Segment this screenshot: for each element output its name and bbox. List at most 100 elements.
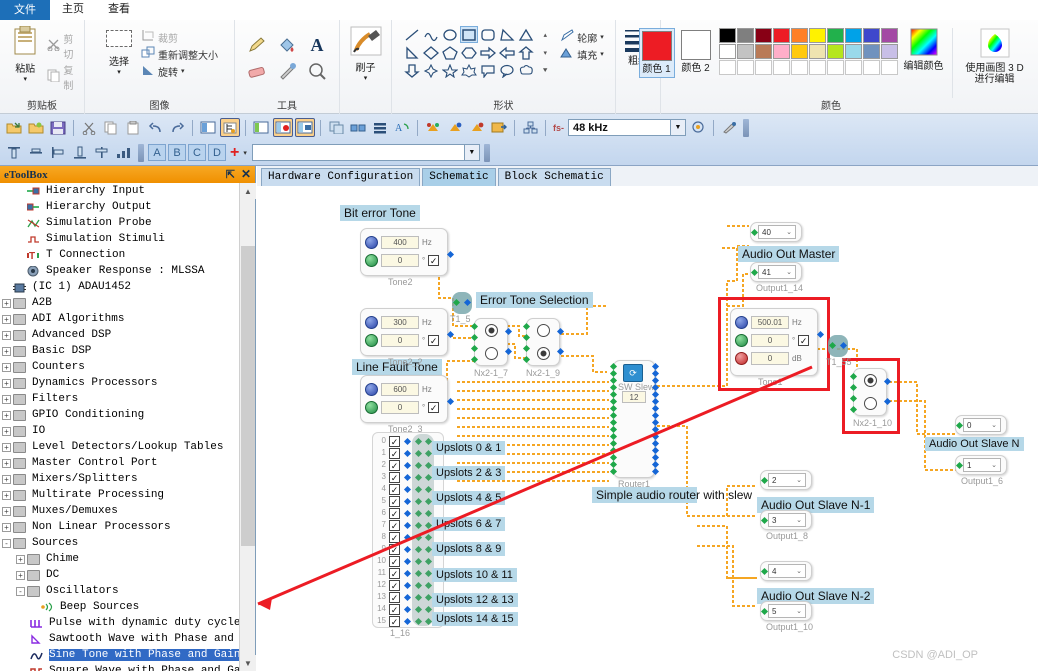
- tree-item[interactable]: + Advanced DSP: [0, 327, 240, 343]
- knob-b-icon[interactable]: [365, 315, 378, 329]
- undo-icon[interactable]: [145, 118, 165, 137]
- tree-item[interactable]: Hierarchy Output: [0, 199, 240, 215]
- palette-swatch-0-6[interactable]: [826, 28, 844, 43]
- color2-button[interactable]: 颜色 2: [679, 28, 713, 76]
- tree-item[interactable]: - Oscillators: [0, 583, 240, 599]
- download-icon[interactable]: [295, 118, 315, 137]
- shape-callout-cloud[interactable]: [517, 62, 535, 79]
- tone-value-field[interactable]: 0: [381, 253, 419, 267]
- copy-icon[interactable]: [101, 118, 121, 137]
- knob-b-icon[interactable]: [365, 235, 378, 249]
- tree-scrollbar[interactable]: ▲ ▼: [239, 183, 256, 671]
- align-top-icon[interactable]: [4, 143, 24, 162]
- tree-expander[interactable]: -: [16, 586, 25, 596]
- palette-swatch-0-4[interactable]: [790, 28, 808, 43]
- palette-custom-slot-8[interactable]: [862, 60, 880, 75]
- upslot-checkbox[interactable]: ✓: [389, 580, 400, 591]
- tree-item[interactable]: + Master Control Port: [0, 455, 240, 471]
- output-channel-select[interactable]: 1 ⌄: [963, 458, 1001, 473]
- shape-right-triangle[interactable]: [498, 26, 516, 43]
- palette-swatch-0-2[interactable]: [754, 28, 772, 43]
- brushes-dropdown-arrow[interactable]: ▾: [364, 74, 368, 82]
- fill-bucket-icon[interactable]: [272, 32, 302, 58]
- output-channel-select[interactable]: 0 ⌄: [963, 418, 1001, 432]
- shape-down-arrow[interactable]: [403, 62, 421, 79]
- shape-scroll-down-arrow[interactable]: ▾: [536, 44, 554, 61]
- ribbon-tab-file[interactable]: 文件: [0, 0, 50, 21]
- palette-swatch-0-3[interactable]: [772, 28, 790, 43]
- chevron-down-icon[interactable]: ⌄: [991, 421, 997, 429]
- chevron-down-icon[interactable]: ⌄: [991, 461, 997, 469]
- palette-swatch-0-0[interactable]: [718, 28, 736, 43]
- tree-item[interactable]: + Filters: [0, 391, 240, 407]
- fs-settings-icon[interactable]: [688, 118, 708, 137]
- upslot-checkbox[interactable]: ✓: [389, 460, 400, 471]
- redo-icon[interactable]: [167, 118, 187, 137]
- tree-item[interactable]: T T Connection: [0, 247, 240, 263]
- upslot-checkbox[interactable]: ✓: [389, 436, 400, 447]
- chevron-down-icon[interactable]: ▼: [463, 145, 479, 160]
- tree-item[interactable]: Simulation Stimuli: [0, 231, 240, 247]
- tree-expander[interactable]: +: [2, 330, 11, 340]
- eraser-icon[interactable]: [242, 58, 272, 84]
- schematic-diagram[interactable]: Bit error Tone Error Tone Selection Line F…: [257, 186, 1038, 671]
- scroll-up-icon[interactable]: ▲: [240, 183, 256, 199]
- tree-item[interactable]: + ADI Algorithms: [0, 311, 240, 327]
- color-picker-icon[interactable]: [272, 58, 302, 84]
- tree-expander[interactable]: +: [2, 410, 11, 420]
- mux-block-Nx2-1_7[interactable]: [474, 318, 508, 366]
- chevron-down-icon[interactable]: ⌄: [796, 476, 802, 484]
- palette-custom-slot-1[interactable]: [736, 60, 754, 75]
- upslot-checkbox[interactable]: ✓: [389, 592, 400, 603]
- tone-value-field[interactable]: 0: [381, 333, 419, 347]
- upslot-checkbox[interactable]: ✓: [389, 556, 400, 567]
- resize-button[interactable]: 重新调整大小: [141, 46, 218, 62]
- output-channel-select[interactable]: 5 ⌄: [768, 604, 806, 619]
- shape-five-point-star[interactable]: [441, 62, 459, 79]
- palette-swatch-1-7[interactable]: [844, 44, 862, 59]
- edit-colors-button[interactable]: 编辑颜色: [904, 28, 944, 72]
- tone-block-Tone2_3[interactable]: 600 Hz 0 ° ✓: [360, 375, 448, 423]
- align-middle-h-icon[interactable]: [26, 143, 46, 162]
- capture-icon[interactable]: [423, 118, 443, 137]
- text-a-icon[interactable]: A: [302, 32, 332, 58]
- probe-tool-icon[interactable]: [719, 118, 739, 137]
- upslot-checkbox[interactable]: ✓: [389, 508, 400, 519]
- tree-item[interactable]: + Non Linear Processors: [0, 519, 240, 535]
- color-palette[interactable]: [718, 28, 898, 75]
- tone-value-field[interactable]: 300: [381, 315, 419, 329]
- shape-ellipse[interactable]: [441, 26, 459, 43]
- tree-item[interactable]: + Multirate Processing: [0, 487, 240, 503]
- shape-callout-rect[interactable]: [479, 62, 497, 79]
- shape-curve[interactable]: [422, 26, 440, 43]
- tree-item[interactable]: + IO: [0, 423, 240, 439]
- tree-expander[interactable]: +: [2, 362, 11, 372]
- tone-value-field[interactable]: 600: [381, 382, 419, 396]
- tree-expander[interactable]: +: [16, 554, 25, 564]
- palette-swatch-1-6[interactable]: [826, 44, 844, 59]
- chevron-down-icon[interactable]: ▼: [670, 120, 685, 135]
- layer-button-c[interactable]: C: [188, 144, 206, 161]
- upslot-checkbox[interactable]: ✓: [389, 472, 400, 483]
- chevron-down-icon[interactable]: ⌄: [796, 516, 802, 524]
- tab-hardware-configuration[interactable]: Hardware Configuration: [261, 168, 421, 186]
- link-compile-icon[interactable]: [273, 118, 293, 137]
- tree-item[interactable]: Pulse with dynamic duty cycle: [0, 615, 240, 631]
- upslot-checkbox[interactable]: ✓: [389, 520, 400, 531]
- pin-icon[interactable]: ⇱: [226, 168, 235, 181]
- palette-custom-slot-4[interactable]: [790, 60, 808, 75]
- palette-swatch-0-9[interactable]: [880, 28, 898, 43]
- mux-radio-top[interactable]: [484, 324, 498, 337]
- open-project-icon[interactable]: [26, 118, 46, 137]
- output-channel-select[interactable]: 3 ⌄: [768, 513, 806, 528]
- shape-up-arrow[interactable]: [517, 44, 535, 61]
- open-folder-icon[interactable]: [4, 118, 24, 137]
- tree-item[interactable]: Sine Tone with Phase and Gain: [0, 647, 240, 663]
- palette-swatch-1-1[interactable]: [736, 44, 754, 59]
- pencil-icon[interactable]: [242, 32, 272, 58]
- shape-left-arrow[interactable]: [498, 44, 516, 61]
- compare-icon[interactable]: [348, 118, 368, 137]
- shape-six-point-star[interactable]: [460, 62, 478, 79]
- mux-radio-top[interactable]: [536, 324, 550, 337]
- tab-block-schematic[interactable]: Block Schematic: [497, 168, 611, 186]
